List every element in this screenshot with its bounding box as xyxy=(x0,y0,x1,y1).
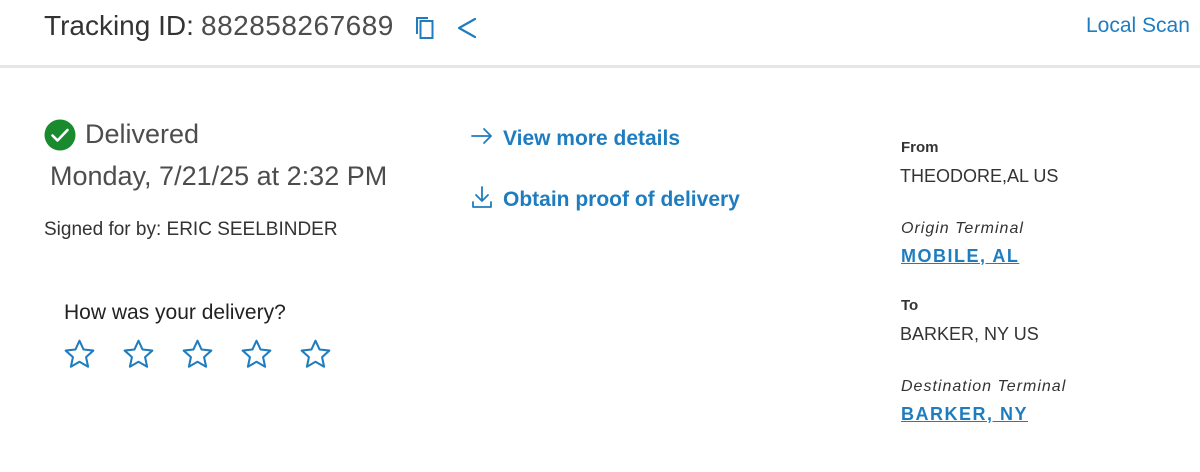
origin-terminal-label: Origin Terminal xyxy=(901,220,1024,237)
arrow-right-icon xyxy=(471,126,493,151)
feedback-question: How was your delivery? xyxy=(64,301,286,324)
delivery-date: Monday, 7/21/25 at 2:32 PM xyxy=(50,161,388,191)
download-icon xyxy=(471,185,493,214)
star-1-icon[interactable] xyxy=(62,337,97,372)
local-scan-link[interactable]: Local Scan xyxy=(1086,14,1190,38)
share-icon[interactable] xyxy=(456,15,478,41)
origin-terminal-link[interactable]: MOBILE, AL xyxy=(901,246,1019,267)
destination-terminal-label: Destination Terminal xyxy=(901,378,1067,395)
view-more-details-label: View more details xyxy=(503,126,681,150)
obtain-proof-of-delivery-link[interactable]: Obtain proof of delivery xyxy=(471,185,740,214)
tracking-id-label: Tracking ID: xyxy=(44,10,194,41)
copy-icon[interactable] xyxy=(414,15,436,41)
star-5-icon[interactable] xyxy=(298,337,333,372)
check-circle-icon xyxy=(44,119,76,151)
signed-for-by: Signed for by: ERIC SEELBINDER xyxy=(44,219,338,240)
star-2-icon[interactable] xyxy=(121,337,156,372)
star-3-icon[interactable] xyxy=(180,337,215,372)
to-value: BARKER, NY US xyxy=(900,324,1039,344)
star-4-icon[interactable] xyxy=(239,337,274,372)
destination-terminal-link[interactable]: BARKER, NY xyxy=(901,404,1028,425)
from-value: THEODORE,AL US xyxy=(900,166,1059,186)
from-label: From xyxy=(901,139,939,156)
to-label: To xyxy=(901,297,919,314)
tracking-header: Tracking ID: 882858267689 Local Scan xyxy=(0,0,1200,68)
obtain-proof-of-delivery-label: Obtain proof of delivery xyxy=(503,187,740,211)
view-more-details-link[interactable]: View more details xyxy=(471,126,680,151)
delivery-status: Delivered xyxy=(85,119,200,149)
tracking-number: 882858267689 xyxy=(201,10,394,41)
